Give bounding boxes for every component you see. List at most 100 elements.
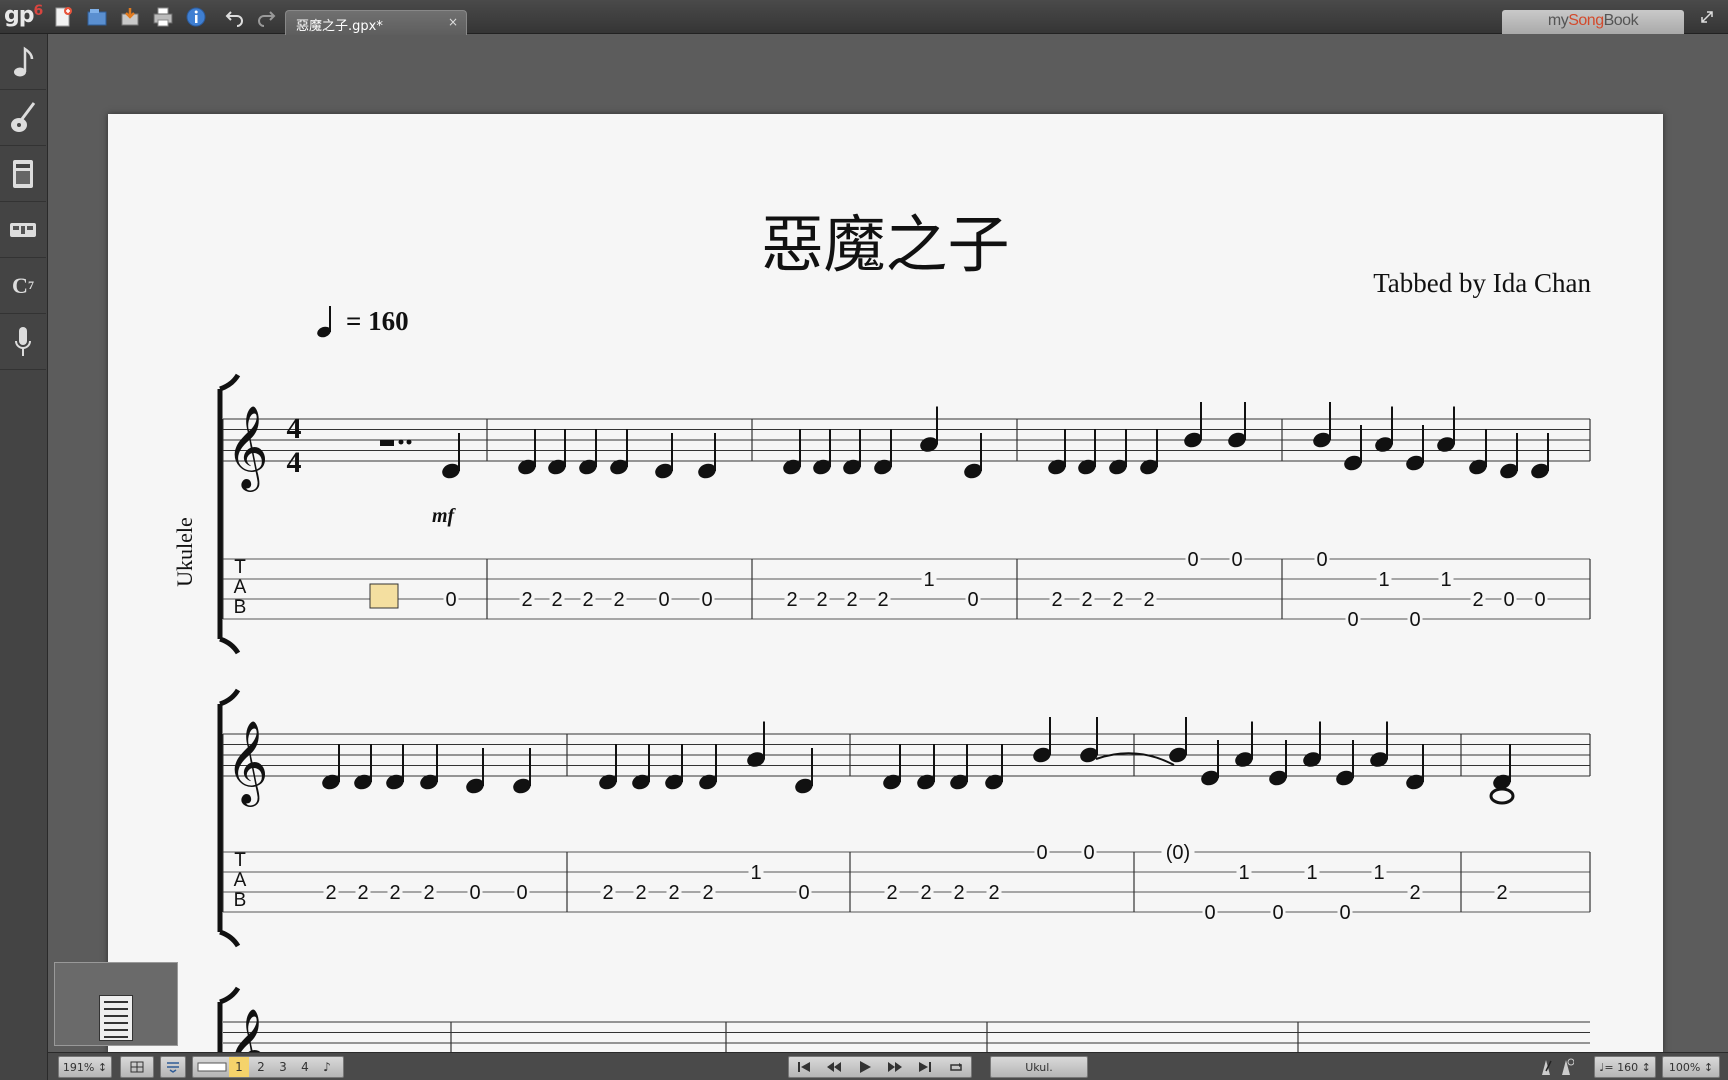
file-tab[interactable]: 惡魔之子.gpx* × bbox=[285, 10, 467, 35]
page-3-button[interactable]: 3 bbox=[273, 1057, 293, 1077]
countin-icon[interactable] bbox=[1558, 1058, 1574, 1076]
tab-number: 2 bbox=[1472, 589, 1483, 611]
tab-number: 0 bbox=[1083, 842, 1094, 864]
tab-number: 0 bbox=[1409, 609, 1420, 631]
edit-cursor bbox=[369, 583, 399, 609]
amp-icon[interactable] bbox=[0, 146, 46, 202]
new-file-icon[interactable] bbox=[50, 4, 76, 30]
tab-layer: 0 2 2 2 2 0 0 2 2 2 210 2 2 2 20 0 001012 0 02 2 2 2 0 0 2 2 2 210 2… bbox=[323, 548, 1548, 924]
thumbnail-page-icon bbox=[99, 995, 133, 1041]
tab-number: 0 bbox=[445, 589, 456, 611]
tab-number: 2 bbox=[1051, 589, 1062, 611]
close-tab-icon[interactable]: × bbox=[448, 15, 458, 29]
zoom-select[interactable]: 191% ↕ bbox=[58, 1056, 112, 1078]
logo-text: gp bbox=[4, 3, 34, 28]
go-to-end-icon[interactable] bbox=[911, 1056, 939, 1078]
layout-select[interactable] bbox=[120, 1056, 154, 1078]
tab-number: 2 bbox=[325, 882, 336, 904]
fast-forward-icon[interactable] bbox=[881, 1056, 909, 1078]
redo-icon[interactable] bbox=[253, 4, 279, 30]
tab-number: 2 bbox=[702, 882, 713, 904]
tab-number: 2 bbox=[1409, 882, 1420, 904]
top-toolbar: gp6 惡魔之子.gpx* × mySongBook bbox=[0, 0, 1728, 35]
chord-icon[interactable]: C7 bbox=[0, 258, 46, 314]
instrument-label: Ukulele bbox=[172, 517, 197, 587]
play-icon[interactable] bbox=[851, 1056, 879, 1078]
tab-number: 2 bbox=[816, 589, 827, 611]
tab-number: 2 bbox=[1081, 589, 1092, 611]
info-icon[interactable] bbox=[183, 4, 209, 30]
rest-dot bbox=[398, 439, 404, 445]
tab-number: 2 bbox=[1496, 882, 1507, 904]
page-1-button[interactable]: 1 bbox=[229, 1057, 249, 1077]
guitar-icon[interactable] bbox=[0, 90, 46, 146]
time-sig-top: 4 bbox=[287, 412, 302, 445]
treble-clef: 𝄞 bbox=[226, 719, 269, 807]
tab-number: 1 bbox=[750, 862, 761, 884]
tab-number: 2 bbox=[551, 589, 562, 611]
volume-value: 100% bbox=[1668, 1060, 1701, 1074]
tab-number: 0 bbox=[1503, 589, 1514, 611]
tab-number: 2 bbox=[582, 589, 593, 611]
page-navigator: 1 2 3 4 ♪ bbox=[192, 1056, 344, 1078]
rest-dot bbox=[406, 439, 412, 445]
loop-icon[interactable] bbox=[942, 1056, 970, 1078]
app-logo[interactable]: gp6 bbox=[4, 3, 44, 31]
tab-number: 2 bbox=[389, 882, 400, 904]
tab-number: 1 bbox=[1373, 862, 1384, 884]
volume-control[interactable]: 100% ↕ bbox=[1662, 1056, 1720, 1078]
mysongbook-suffix: Book bbox=[1603, 12, 1639, 29]
page-2-button[interactable]: 2 bbox=[251, 1057, 271, 1077]
tab-number: 2 bbox=[846, 589, 857, 611]
go-to-start-icon[interactable] bbox=[790, 1056, 818, 1078]
tab-clef-letter: B bbox=[234, 890, 247, 911]
page-4-button[interactable]: 4 bbox=[295, 1057, 315, 1077]
chord-icon-label: C bbox=[12, 272, 28, 298]
rewind-icon[interactable] bbox=[820, 1056, 848, 1078]
tab-clef-letter: T bbox=[234, 557, 246, 578]
tempo-readout: ♩= 160 bbox=[1599, 1060, 1639, 1074]
tab-number: 2 bbox=[886, 882, 897, 904]
tab-number: 2 bbox=[877, 589, 888, 611]
score-page: 惡魔之子 Tabbed by Ida Chan = 160 𝄞 T A B 𝄞 T A B 𝄞 … bbox=[108, 114, 1663, 1054]
loop-note-icon[interactable]: ♪ bbox=[317, 1057, 337, 1077]
tab-number: 1 bbox=[1238, 862, 1249, 884]
print-icon[interactable] bbox=[150, 4, 176, 30]
treble-clef: 𝄞 bbox=[226, 1007, 269, 1054]
tab-number: 2 bbox=[613, 589, 624, 611]
tab-number: 2 bbox=[357, 882, 368, 904]
tab-number: 1 bbox=[1378, 569, 1389, 591]
mysongbook-tab[interactable]: mySongBook bbox=[1502, 10, 1684, 34]
dotted-rest bbox=[380, 440, 394, 446]
tab-number: 2 bbox=[668, 882, 679, 904]
tab-number: 2 bbox=[1143, 589, 1154, 611]
tab-number: 2 bbox=[1112, 589, 1123, 611]
save-icon[interactable] bbox=[117, 4, 143, 30]
tab-number: 0 bbox=[1272, 902, 1283, 924]
score-notation[interactable]: 𝄞TAB𝄞TAB𝄞 0 2 2 2 2 0 0 2 2 2 210 2 2 2 20 0 001012 0 02 2 2… bbox=[108, 114, 1663, 1054]
undo-icon[interactable] bbox=[222, 4, 248, 30]
chord-icon-sup: 7 bbox=[27, 278, 34, 292]
tempo-control[interactable]: ♩= 160 ↕ bbox=[1594, 1056, 1656, 1078]
tab-number: 0 bbox=[658, 589, 669, 611]
tab-number: 0 bbox=[1347, 609, 1358, 631]
track-label: Ukul. bbox=[1025, 1060, 1053, 1074]
time-sig-bottom: 4 bbox=[287, 446, 302, 479]
mixer-icon[interactable] bbox=[0, 202, 46, 258]
tab-number: 0 bbox=[967, 589, 978, 611]
metronome-icon[interactable] bbox=[1538, 1058, 1554, 1076]
multitrack-button[interactable] bbox=[160, 1056, 186, 1078]
track-selector[interactable]: Ukul. bbox=[990, 1056, 1088, 1078]
metronome-group bbox=[1538, 1057, 1576, 1077]
whole-note bbox=[1489, 787, 1515, 805]
note-icon[interactable] bbox=[0, 34, 46, 90]
open-file-icon[interactable] bbox=[84, 4, 110, 30]
page-thumbnail[interactable] bbox=[54, 962, 178, 1046]
resize-icon[interactable] bbox=[1698, 8, 1716, 26]
mysongbook-brand: Song bbox=[1568, 12, 1604, 29]
layout-icon bbox=[130, 1061, 144, 1073]
notes-layer bbox=[322, 402, 1549, 805]
zoom-value: 191% bbox=[62, 1060, 95, 1074]
tab-number: (0) bbox=[1166, 842, 1190, 864]
microphone-icon[interactable] bbox=[0, 314, 46, 370]
